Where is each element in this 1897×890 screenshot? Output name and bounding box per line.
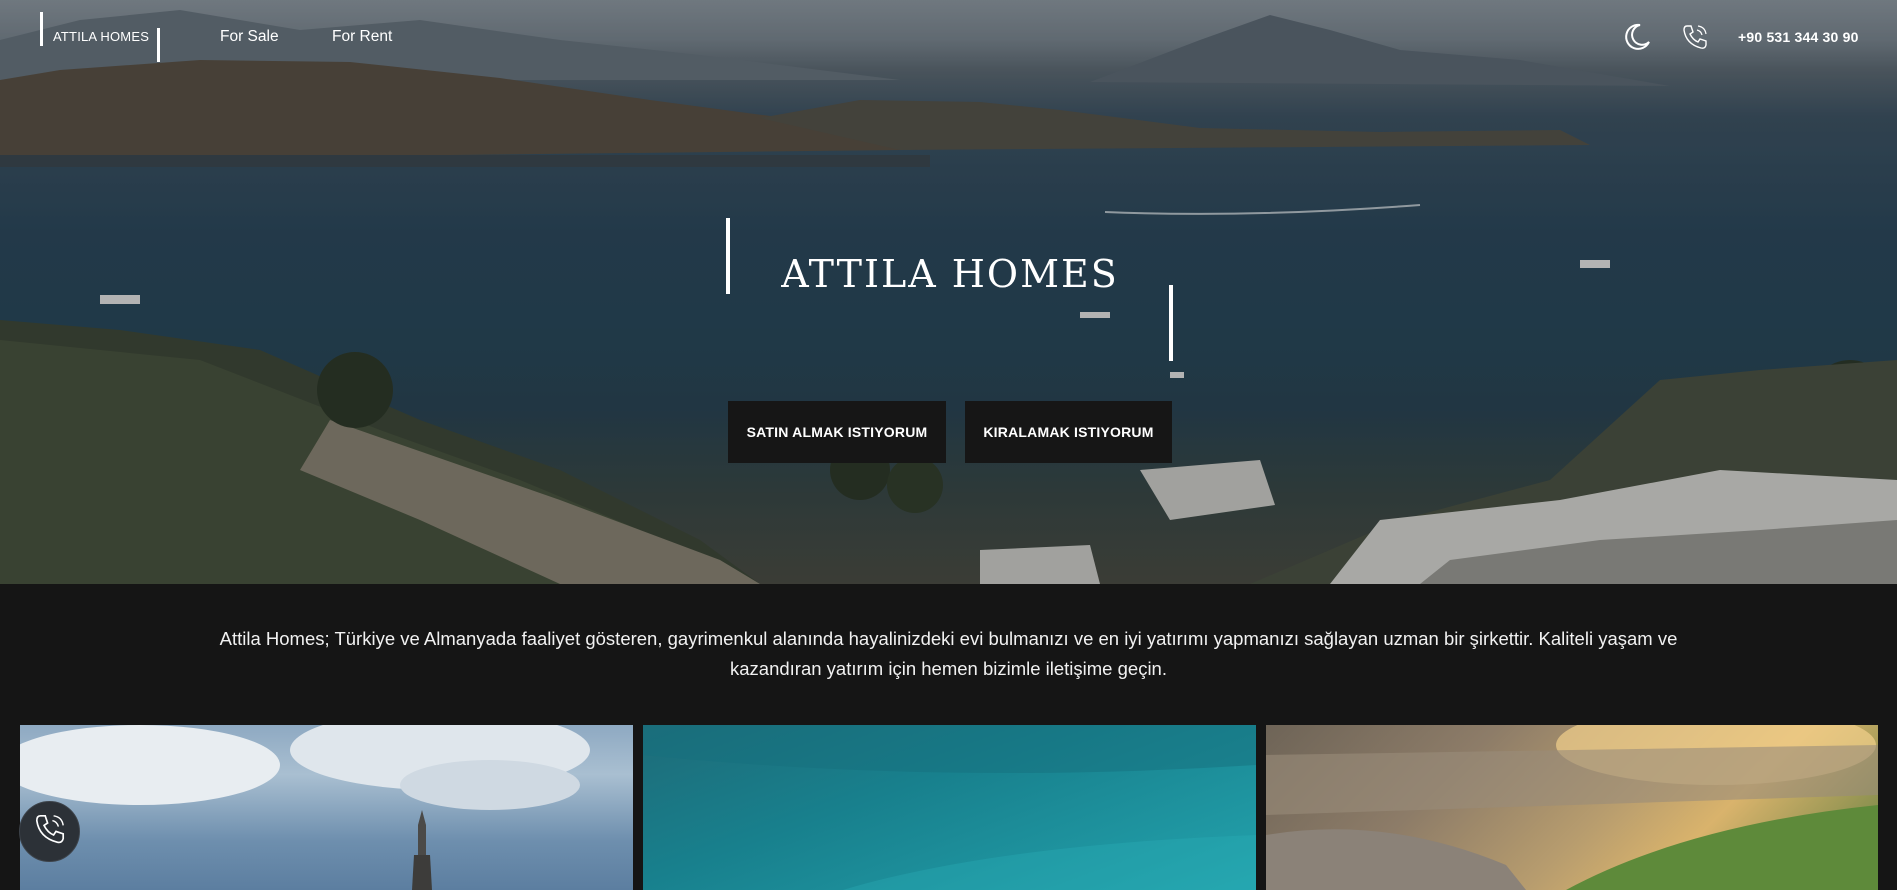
intro-text: Attila Homes; Türkiye ve Almanyada faali…	[219, 628, 1678, 679]
logo-bracket-left	[40, 12, 43, 46]
top-navigation: ATTILA HOMES For Sale For Rent +90 531 3…	[0, 0, 1897, 74]
rent-button[interactable]: KIRALAMAK ISTIYORUM	[965, 401, 1172, 463]
card-image-1	[20, 725, 590, 890]
buy-button[interactable]: SATIN ALMAK ISTIYORUM	[728, 401, 946, 463]
property-card-3[interactable]	[1266, 725, 1878, 890]
phone-icon	[32, 811, 68, 852]
title-bracket-right	[1169, 285, 1173, 361]
logo[interactable]: ATTILA HOMES	[53, 29, 149, 44]
property-card-1[interactable]	[20, 725, 633, 890]
property-card-2[interactable]	[643, 725, 1256, 890]
phone-icon[interactable]	[1680, 22, 1710, 52]
floating-call-button[interactable]	[19, 801, 80, 862]
logo-bracket-right	[157, 28, 160, 62]
title-bracket-left	[726, 218, 730, 294]
nav-link-for-rent[interactable]: For Rent	[332, 28, 392, 46]
nav-link-for-sale[interactable]: For Sale	[220, 28, 279, 46]
phone-number[interactable]: +90 531 344 30 90	[1738, 29, 1859, 45]
card-image-3	[1266, 725, 1878, 890]
moon-icon[interactable]	[1622, 22, 1652, 52]
card-image-2	[643, 725, 1256, 890]
hero-title: ATTILA HOMES	[781, 252, 1119, 296]
